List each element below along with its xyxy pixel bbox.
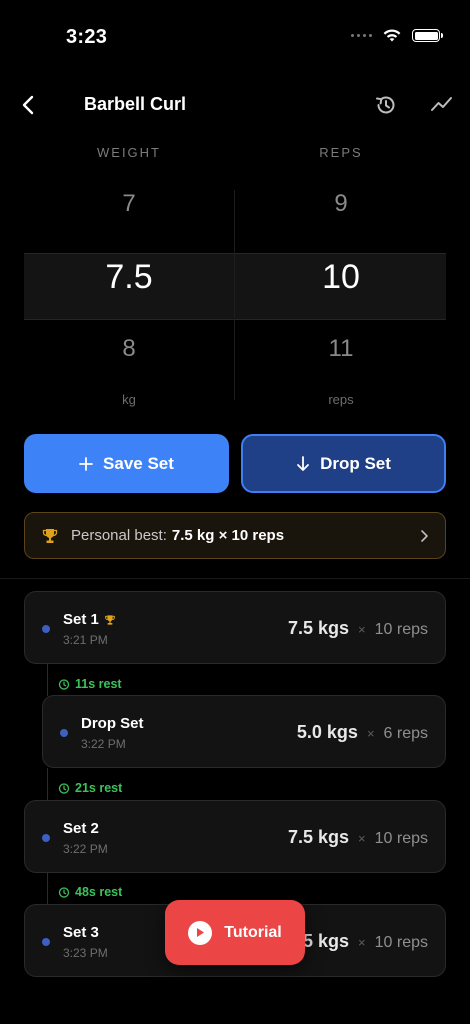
- set-time: 3:21 PM: [63, 633, 108, 647]
- drop-set-button[interactable]: Drop Set: [241, 434, 446, 493]
- times-symbol: ×: [358, 935, 366, 950]
- wifi-icon: [383, 29, 401, 42]
- status-time: 3:23: [66, 26, 108, 48]
- tutorial-label: Tutorial: [224, 923, 282, 941]
- weight-option-selected[interactable]: 7.5: [23, 258, 235, 297]
- set-reps: 10 reps: [374, 621, 428, 638]
- back-chevron-icon[interactable]: [16, 92, 42, 118]
- rest-text: 11s rest: [75, 677, 122, 691]
- weight-option-far-above[interactable]: – –: [23, 180, 235, 188]
- weight-option-above[interactable]: 7: [23, 190, 235, 218]
- set-weight: 7.5 kgs: [287, 618, 350, 638]
- set-reps: 10 reps: [374, 934, 428, 951]
- page-title: Barbell Curl: [84, 94, 187, 114]
- set-time: 3:23 PM: [63, 946, 108, 960]
- set-time: 3:22 PM: [81, 737, 126, 751]
- reps-option-selected[interactable]: 10: [235, 258, 447, 297]
- set-status-dot: [60, 729, 68, 737]
- battery-icon: [412, 29, 443, 42]
- weight-unit-label: kg: [122, 392, 136, 407]
- set-name: Set 3: [63, 924, 99, 941]
- trophy-icon: [105, 614, 115, 625]
- plus-icon: [79, 456, 93, 471]
- times-symbol: ×: [358, 831, 366, 846]
- cellular-signal-icon: [351, 34, 372, 37]
- set-card-drop[interactable]: Drop Set 3:22 PM 5.0 kgs × 6 reps: [42, 695, 446, 768]
- set-metric: 7.5 kgs × 10 reps: [288, 827, 428, 848]
- save-set-button[interactable]: Save Set: [24, 434, 229, 493]
- set-name: Set 2: [63, 820, 99, 837]
- arrow-down-icon: [297, 455, 309, 471]
- set-card-2[interactable]: Set 2 3:22 PM 7.5 kgs × 10 reps: [24, 800, 446, 873]
- rest-connector: [47, 873, 48, 905]
- set-metric: 7.5 kgs × 10 reps: [288, 618, 428, 639]
- reps-option-below[interactable]: 11: [235, 335, 447, 363]
- set-name-text: Set 1: [63, 611, 99, 628]
- rest-connector: [47, 768, 48, 800]
- personal-best-banner[interactable]: Personal best: 7.5 kg × 10 reps: [24, 512, 446, 559]
- reps-unit-label: reps: [328, 392, 354, 407]
- trend-chart-icon[interactable]: [429, 92, 455, 118]
- timer-icon: [58, 783, 70, 794]
- set-weight: 7.5 kgs: [287, 827, 350, 847]
- times-symbol: ×: [366, 726, 375, 741]
- set-metric: 7.5 kgs × 10 reps: [288, 931, 428, 952]
- rest-label-3: 48s rest: [58, 885, 122, 899]
- rest-connector: [47, 664, 48, 696]
- set-reps: 10 reps: [374, 830, 428, 847]
- set-time: 3:22 PM: [63, 842, 108, 856]
- rest-text: 48s rest: [75, 885, 123, 899]
- rest-label-1: 11s rest: [58, 677, 122, 691]
- history-icon[interactable]: [373, 92, 399, 118]
- set-name: Drop Set: [81, 715, 144, 732]
- set-metric: 5.0 kgs × 6 reps: [297, 722, 428, 743]
- set-name: Set 1: [63, 611, 116, 628]
- reps-column-label: REPS: [319, 145, 363, 160]
- set-weight: 5.0 kgs: [296, 722, 358, 742]
- set-status-dot: [42, 625, 50, 633]
- set-status-dot: [42, 834, 50, 842]
- tutorial-button[interactable]: Tutorial: [165, 900, 305, 965]
- rest-label-2: 21s rest: [58, 781, 122, 795]
- drop-set-label: Drop Set: [320, 453, 391, 473]
- status-icons: [351, 28, 443, 43]
- set-card-1[interactable]: Set 1 3:21 PM 7.5 kgs × 10 reps: [24, 591, 446, 664]
- reps-option-above[interactable]: 9: [235, 190, 447, 218]
- rest-text: 21s rest: [75, 781, 123, 795]
- trophy-icon: [42, 528, 58, 543]
- section-divider: [0, 578, 470, 579]
- set-reps: 6 reps: [383, 725, 428, 742]
- chevron-right-icon: [421, 529, 428, 542]
- weight-option-below[interactable]: 8: [23, 335, 235, 363]
- timer-icon: [58, 679, 70, 690]
- weight-column-label: WEIGHT: [97, 145, 161, 160]
- play-icon: [188, 920, 213, 945]
- personal-best-value: 7.5 kg × 10 reps: [171, 527, 285, 544]
- set-status-dot: [42, 938, 50, 946]
- reps-option-far-above[interactable]: ‿: [235, 180, 447, 188]
- personal-best-label: Personal best:: [71, 527, 167, 544]
- timer-icon: [58, 887, 70, 898]
- times-symbol: ×: [358, 622, 366, 637]
- save-set-label: Save Set: [103, 453, 174, 473]
